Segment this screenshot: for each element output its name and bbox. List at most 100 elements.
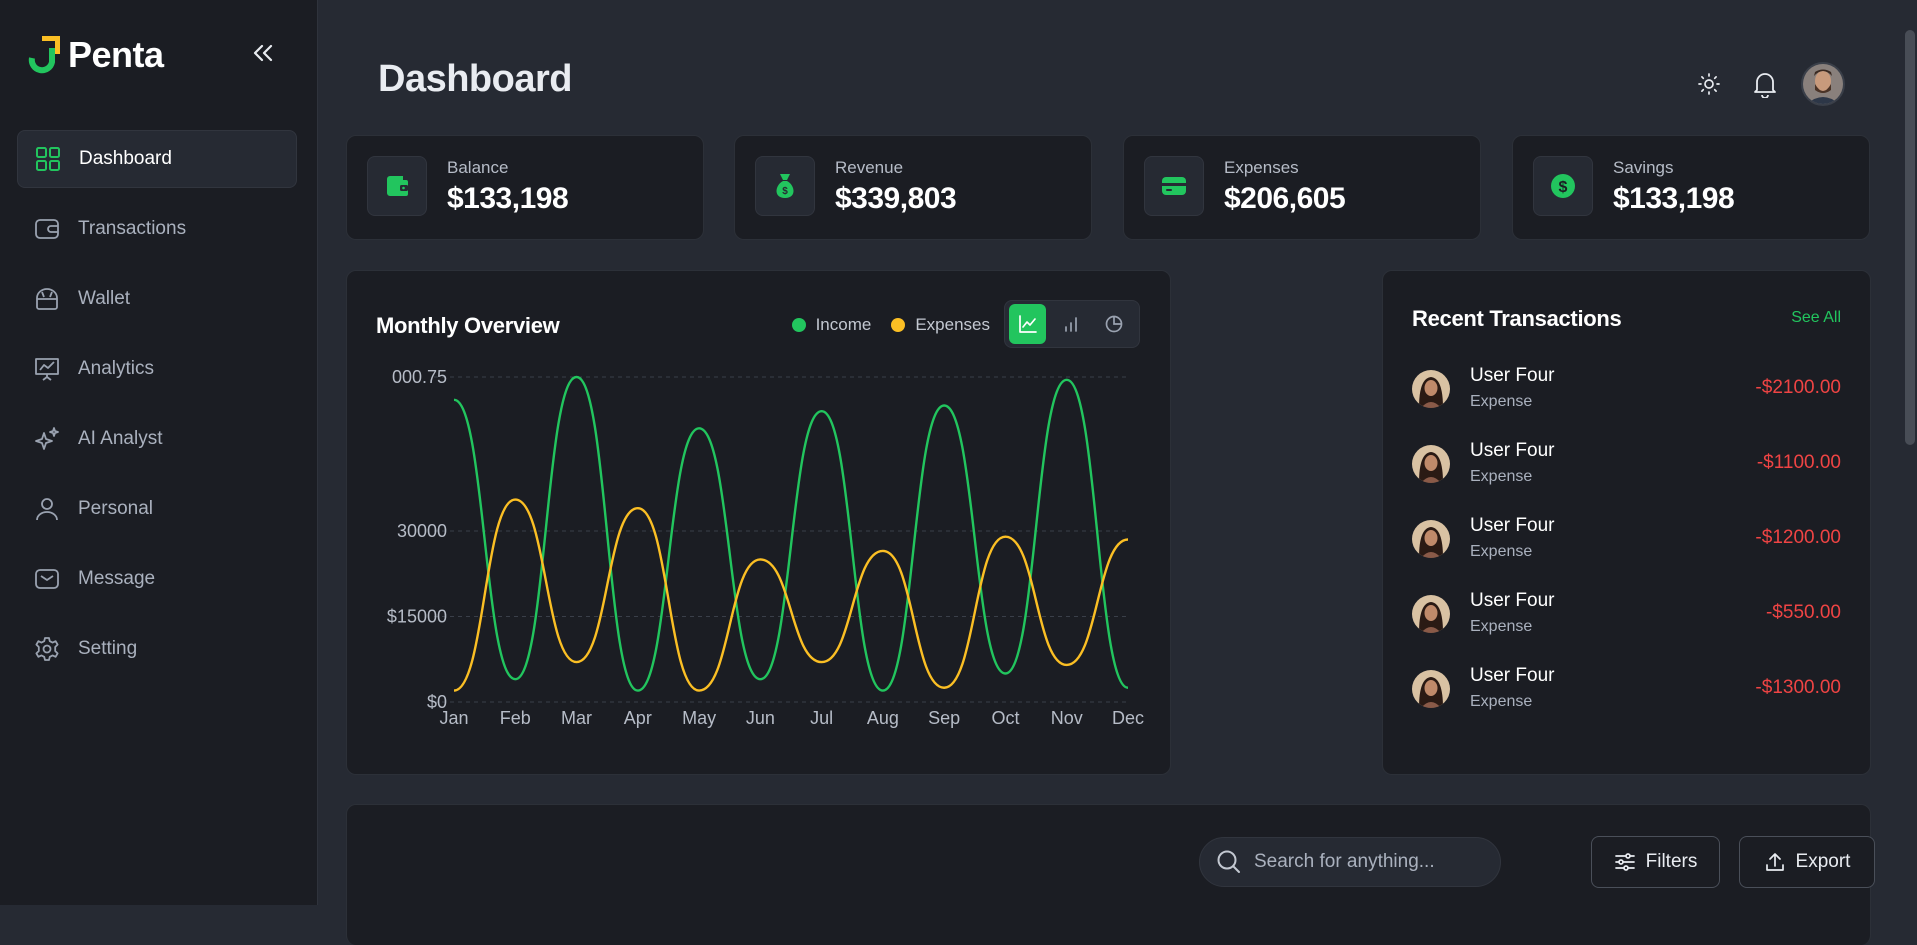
sparkle-icon	[33, 425, 61, 453]
search-icon	[1217, 850, 1240, 873]
stat-label: Savings	[1613, 158, 1674, 177]
bell-icon	[1754, 73, 1776, 98]
list-item[interactable]: User Four Expense -$1100.00	[1412, 440, 1841, 515]
wallet-icon	[367, 156, 427, 216]
gear-icon	[33, 635, 61, 663]
pie-chart-button[interactable]	[1096, 304, 1133, 344]
list-item[interactable]: User Four Expense -$550.00	[1412, 590, 1841, 665]
collapse-sidebar-button[interactable]	[248, 38, 278, 68]
see-all-link[interactable]: See All	[1791, 309, 1841, 327]
sidebar-item-analytics[interactable]: Analytics	[17, 340, 297, 398]
monthly-overview-card: $0 $15000 30000 000.75 Jan Feb Mar Apr May Jun Jul…	[346, 270, 1171, 775]
mail-icon	[33, 565, 61, 593]
sidebar-item-setting[interactable]: Setting	[17, 620, 297, 678]
y-tick-label: 30000	[397, 521, 447, 541]
export-label: Export	[1795, 851, 1851, 872]
list-item[interactable]: User Four Expense -$1300.00	[1412, 665, 1841, 740]
sidebar-item-dashboard[interactable]: Dashboard	[17, 130, 297, 188]
x-tick-label: Jan	[439, 708, 468, 728]
export-button[interactable]: Export	[1739, 836, 1875, 888]
stat-card-expenses: Expenses $206,605	[1123, 135, 1481, 240]
list-item[interactable]: User Four Expense -$1200.00	[1412, 515, 1841, 590]
x-tick-label: May	[682, 708, 716, 728]
svg-text:$: $	[1559, 179, 1568, 196]
filters-button[interactable]: Filters	[1591, 836, 1720, 888]
search-box[interactable]	[1199, 837, 1501, 887]
transaction-name: User Four	[1470, 440, 1555, 461]
transaction-amount: -$1200.00	[1755, 527, 1841, 548]
series-line-income	[453, 375, 1129, 692]
header-actions	[1673, 62, 1845, 106]
x-tick-label: Aug	[867, 708, 899, 728]
sidebar-item-label: Message	[78, 568, 156, 589]
avatar	[1412, 370, 1450, 408]
notifications-button[interactable]	[1745, 64, 1785, 104]
money-bag-icon: $	[755, 156, 815, 216]
double-chevron-left-icon	[253, 44, 273, 62]
transaction-type: Expense	[1470, 468, 1533, 485]
app-logo[interactable]: Penta	[28, 34, 164, 76]
chart-title: Monthly Overview	[376, 313, 560, 338]
sidebar-item-message[interactable]: Message	[17, 550, 297, 608]
pie-chart-icon	[1105, 315, 1123, 333]
sidebar-item-ai-analyst[interactable]: AI Analyst	[17, 410, 297, 468]
transaction-amount: -$1100.00	[1756, 452, 1841, 473]
sidebar-item-label: Dashboard	[79, 148, 172, 169]
credit-card-icon	[1144, 156, 1204, 216]
filters-label: Filters	[1645, 851, 1698, 872]
transaction-name: User Four	[1470, 665, 1555, 686]
transactions-list: User Four Expense -$2100.00 User Four Ex…	[1412, 365, 1841, 740]
y-tick-label: $15000	[387, 606, 447, 626]
sun-icon	[1698, 73, 1720, 95]
legend-dot-expenses	[891, 318, 906, 332]
search-input[interactable]	[1252, 850, 1496, 874]
sidebar-item-label: Personal	[78, 498, 153, 519]
sidebar-nav: Dashboard Transactions Wallet Analytics …	[17, 130, 297, 690]
x-tick-label: Sep	[928, 708, 960, 728]
legend-expenses[interactable]: Expenses	[891, 315, 990, 335]
stat-value: $206,605	[1224, 182, 1346, 215]
page-title: Dashboard	[378, 58, 572, 100]
theme-toggle-button[interactable]	[1689, 64, 1729, 104]
avatar	[1412, 670, 1450, 708]
transactions-title: Recent Transactions	[1412, 306, 1622, 331]
transaction-name: User Four	[1470, 590, 1555, 611]
sidebar-item-label: Analytics	[78, 358, 155, 379]
recent-transactions-card: Recent Transactions See All User Four Ex…	[1382, 270, 1871, 775]
x-tick-label: Dec	[1112, 708, 1144, 728]
user-avatar[interactable]	[1801, 62, 1845, 106]
stat-value: $339,803	[835, 182, 957, 215]
stat-label: Balance	[447, 158, 509, 177]
stat-label: Expenses	[1224, 158, 1299, 177]
avatar	[1412, 445, 1450, 483]
transaction-name: User Four	[1470, 365, 1555, 386]
x-tick-label: Feb	[500, 708, 531, 728]
bar-chart-icon	[1065, 317, 1077, 332]
wallet-bag-icon	[33, 285, 61, 313]
y-tick-label: 000.75	[392, 367, 447, 387]
bar-chart-button[interactable]	[1052, 304, 1089, 344]
x-tick-label: Oct	[991, 708, 1019, 728]
line-chart-button[interactable]	[1009, 304, 1047, 344]
avatar-photo	[1803, 64, 1843, 104]
transaction-type: Expense	[1470, 543, 1533, 560]
x-tick-label: Jul	[810, 708, 833, 728]
transaction-amount: -$2100.00	[1755, 377, 1841, 398]
sidebar-item-transactions[interactable]: Transactions	[17, 200, 297, 258]
transaction-type: Expense	[1470, 618, 1533, 635]
list-item[interactable]: User Four Expense -$2100.00	[1412, 365, 1841, 440]
sidebar-item-personal[interactable]: Personal	[17, 480, 297, 538]
stat-card-balance: Balance $133,198	[346, 135, 704, 240]
stat-value: $133,198	[447, 182, 569, 215]
legend-label: Expenses	[915, 315, 990, 334]
legend-income[interactable]: Income	[791, 315, 872, 335]
sidebar-item-wallet[interactable]: Wallet	[17, 270, 297, 328]
legend-label: Income	[815, 315, 872, 334]
legend-dot-income	[791, 318, 806, 332]
stat-card-revenue: $ Revenue $339,803	[734, 135, 1092, 240]
x-tick-label: Jun	[746, 708, 775, 728]
chart-legend: Income Expenses	[772, 315, 990, 335]
penta-logo-icon	[28, 35, 61, 74]
transaction-amount: -$550.00	[1765, 602, 1841, 623]
transaction-name: User Four	[1470, 515, 1555, 536]
